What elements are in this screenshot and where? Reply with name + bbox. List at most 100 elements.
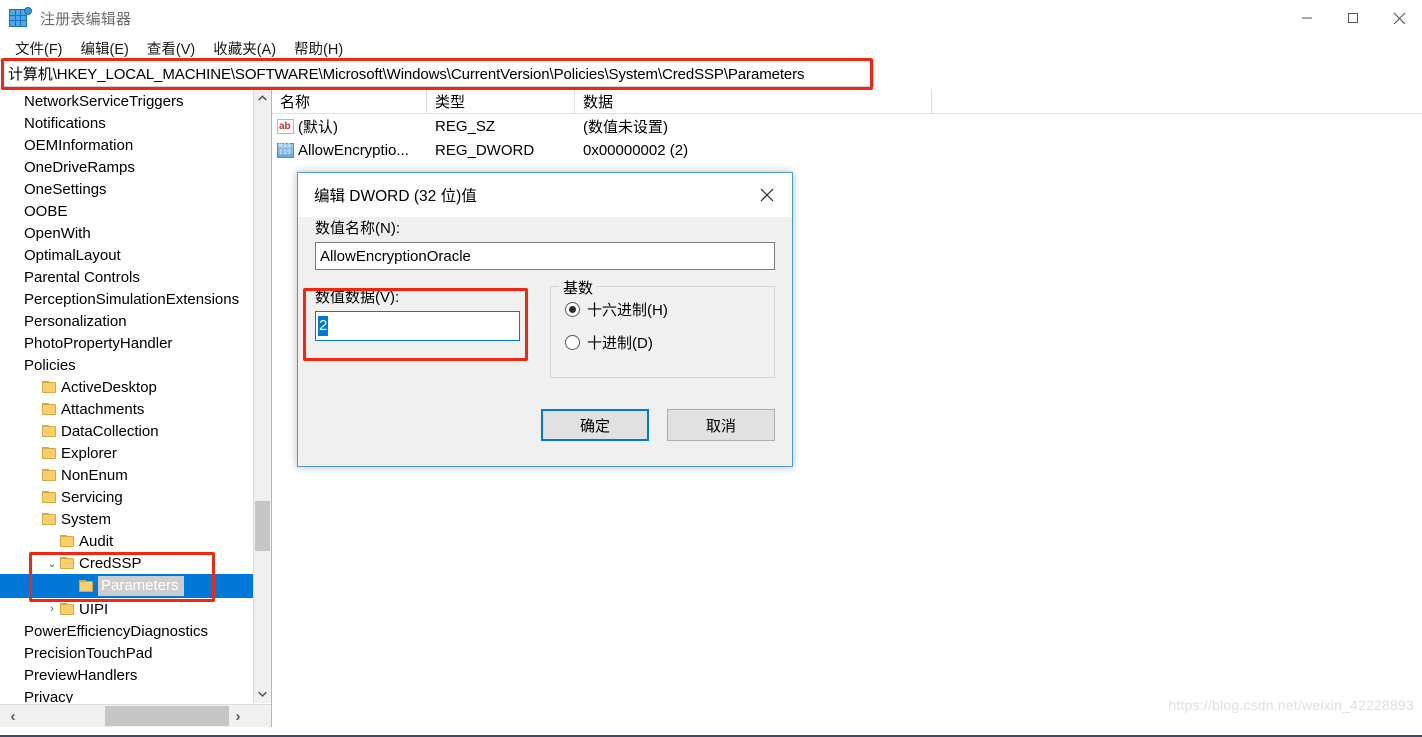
tree-item[interactable]: ›PerceptionSimulationExtensions — [0, 288, 253, 310]
base-group-box: 基数 十六进制(H) 十进制(D) — [550, 277, 775, 378]
radio-hexadecimal-label: 十六进制(H) — [587, 302, 668, 319]
column-header-type[interactable]: 类型 — [427, 89, 575, 113]
tree-item-label: UIPI — [79, 600, 109, 618]
chevron-right-icon[interactable]: › — [44, 603, 60, 615]
tree-item[interactable]: ›OptimalLayout — [0, 244, 253, 266]
tree-item[interactable]: ›ActiveDesktop — [0, 376, 253, 398]
menu-view[interactable]: 查看(V) — [138, 36, 204, 61]
radio-hexadecimal-dot — [565, 302, 580, 317]
maximize-button[interactable] — [1330, 0, 1376, 36]
tree-item[interactable]: ›Privacy — [0, 686, 253, 704]
tree-item[interactable]: ›OpenWith — [0, 222, 253, 244]
radio-hexadecimal[interactable]: 十六进制(H) — [565, 299, 774, 320]
column-header-name[interactable]: 名称 — [272, 89, 427, 113]
close-button[interactable] — [1376, 0, 1422, 36]
tree-scroll-thumb[interactable] — [255, 501, 270, 551]
tree-item-label: OptimalLayout — [24, 246, 121, 264]
tree-item[interactable]: ›Parental Controls — [0, 266, 253, 288]
tree-item-label: OneDriveRamps — [24, 158, 135, 176]
tree-item[interactable]: ›NonEnum — [0, 464, 253, 486]
tree-item[interactable]: ›PowerEfficiencyDiagnostics — [0, 620, 253, 642]
base-group-label: 基数 — [559, 277, 598, 298]
tree-item[interactable]: ›Audit — [0, 530, 253, 552]
tree-item[interactable]: ›Notifications — [0, 112, 253, 134]
folder-icon — [60, 557, 74, 569]
folder-icon — [42, 403, 56, 415]
radio-decimal-label: 十进制(D) — [587, 335, 653, 352]
tree-item[interactable]: ⌄ CredSSP — [0, 552, 253, 574]
dialog-title: 编辑 DWORD (32 位)值 — [314, 188, 477, 205]
tree-item[interactable]: ›OOBE — [0, 200, 253, 222]
menu-file[interactable]: 文件(F) — [6, 36, 72, 61]
menu-edit[interactable]: 编辑(E) — [72, 36, 138, 61]
tree-item[interactable]: ›OneSettings — [0, 178, 253, 200]
tree-item-label: Personalization — [24, 312, 127, 330]
cell-type: REG_SZ — [435, 117, 496, 135]
scroll-down-icon[interactable] — [254, 685, 271, 703]
tree-item[interactable]: ›PreviewHandlers — [0, 664, 253, 686]
folder-icon — [42, 381, 56, 393]
radio-decimal-dot — [565, 335, 580, 350]
tree-item[interactable]: ›Parameters — [0, 574, 253, 598]
tree-hscroll-thumb[interactable] — [105, 706, 229, 726]
value-name-input[interactable]: AllowEncryptionOracle — [315, 242, 775, 270]
radio-decimal[interactable]: 十进制(D) — [565, 332, 774, 353]
value-name: AllowEncryptio... — [298, 141, 409, 159]
tree-item[interactable]: ›Explorer — [0, 442, 253, 464]
dword-value-icon — [277, 142, 294, 158]
dialog-close-icon[interactable] — [744, 180, 790, 210]
tree-item-label: System — [61, 510, 112, 528]
menu-help[interactable]: 帮助(H) — [285, 36, 352, 61]
tree-item[interactable]: ›PrecisionTouchPad — [0, 642, 253, 664]
tree-item-label: CredSSP — [79, 554, 142, 572]
registry-tree[interactable]: ›NetworkServiceTriggers›Notifications›OE… — [0, 89, 253, 703]
tree-item[interactable]: ›OEMInformation — [0, 134, 253, 156]
folder-icon — [60, 603, 74, 615]
tree-item[interactable]: ›Servicing — [0, 486, 253, 508]
tree-horizontal-scrollbar[interactable]: ‹ › — [0, 704, 271, 727]
cell-data: 0x00000002 (2) — [583, 141, 689, 159]
tree-item-label: PowerEfficiencyDiagnostics — [24, 622, 208, 640]
folder-icon — [42, 447, 56, 459]
tree-item[interactable]: ›NetworkServiceTriggers — [0, 90, 253, 112]
minimize-button[interactable] — [1284, 0, 1330, 36]
folder-icon — [42, 491, 56, 503]
dialog-middle-row: 数值数据(V): 2 基数 十六进制(H) 十进制(D) — [315, 277, 775, 378]
edit-dword-dialog: 编辑 DWORD (32 位)值 数值名称(N): AllowEncryptio… — [297, 172, 793, 467]
value-data-input[interactable]: 2 — [315, 311, 520, 341]
tree-item[interactable]: › UIPI — [0, 598, 253, 620]
tree-item-label: OneSettings — [24, 180, 107, 198]
tree-vertical-scrollbar[interactable] — [253, 89, 271, 703]
scroll-up-icon[interactable] — [254, 89, 271, 107]
address-path: 计算机\HKEY_LOCAL_MACHINE\SOFTWARE\Microsof… — [8, 65, 805, 83]
tree-item-label: Parental Controls — [24, 268, 140, 286]
tree-item-label: OOBE — [24, 202, 68, 220]
tree-item[interactable]: ›System — [0, 508, 253, 530]
address-bar[interactable]: 计算机\HKEY_LOCAL_MACHINE\SOFTWARE\Microsof… — [2, 60, 874, 87]
chevron-down-icon[interactable]: ⌄ — [44, 557, 60, 570]
tree-item[interactable]: ›Personalization — [0, 310, 253, 332]
column-header-data[interactable]: 数据 — [575, 89, 932, 113]
tree-item[interactable]: ›Policies — [0, 354, 253, 376]
window-title: 注册表编辑器 — [40, 10, 132, 28]
folder-icon — [42, 469, 56, 481]
tree-item[interactable]: ›PhotoPropertyHandler — [0, 332, 253, 354]
registry-editor-icon — [9, 7, 32, 29]
tree-item-label: OEMInformation — [24, 136, 134, 154]
tree-item-label: Attachments — [61, 400, 145, 418]
values-list-header: 名称 类型 数据 — [272, 89, 1422, 114]
table-row[interactable]: AllowEncryptio... REG_DWORD 0x00000002 (2) — [272, 138, 1422, 162]
ok-button[interactable]: 确定 — [541, 409, 649, 441]
scroll-left-icon[interactable]: ‹ — [2, 705, 24, 727]
cancel-button[interactable]: 取消 — [667, 409, 775, 441]
scroll-right-icon[interactable]: › — [227, 705, 249, 727]
tree-item[interactable]: ›OneDriveRamps — [0, 156, 253, 178]
table-row[interactable]: (默认) REG_SZ (数值未设置) — [272, 114, 1422, 138]
tree-item[interactable]: ›DataCollection — [0, 420, 253, 442]
tree-item-label: PrecisionTouchPad — [24, 644, 153, 662]
tree-item[interactable]: ›Attachments — [0, 398, 253, 420]
folder-icon — [79, 580, 93, 592]
menu-favorites[interactable]: 收藏夹(A) — [204, 36, 285, 61]
window-controls — [1284, 0, 1422, 36]
tree-item-label: PhotoPropertyHandler — [24, 334, 173, 352]
